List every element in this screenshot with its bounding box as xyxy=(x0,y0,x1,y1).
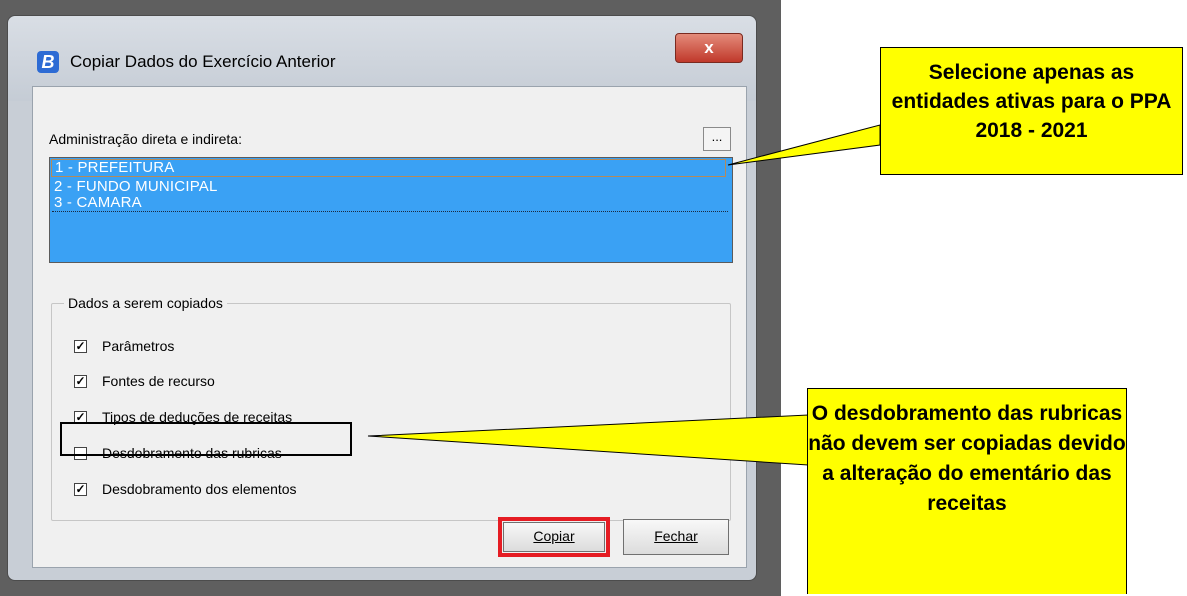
entities-callout-pointer xyxy=(727,124,881,166)
rubricas-callout-pointer xyxy=(367,414,809,466)
entities-callout: Selecione apenas as entidades ativas par… xyxy=(880,47,1183,175)
rubricas-callout: O desdobramento das rubricas não devem s… xyxy=(807,388,1127,594)
